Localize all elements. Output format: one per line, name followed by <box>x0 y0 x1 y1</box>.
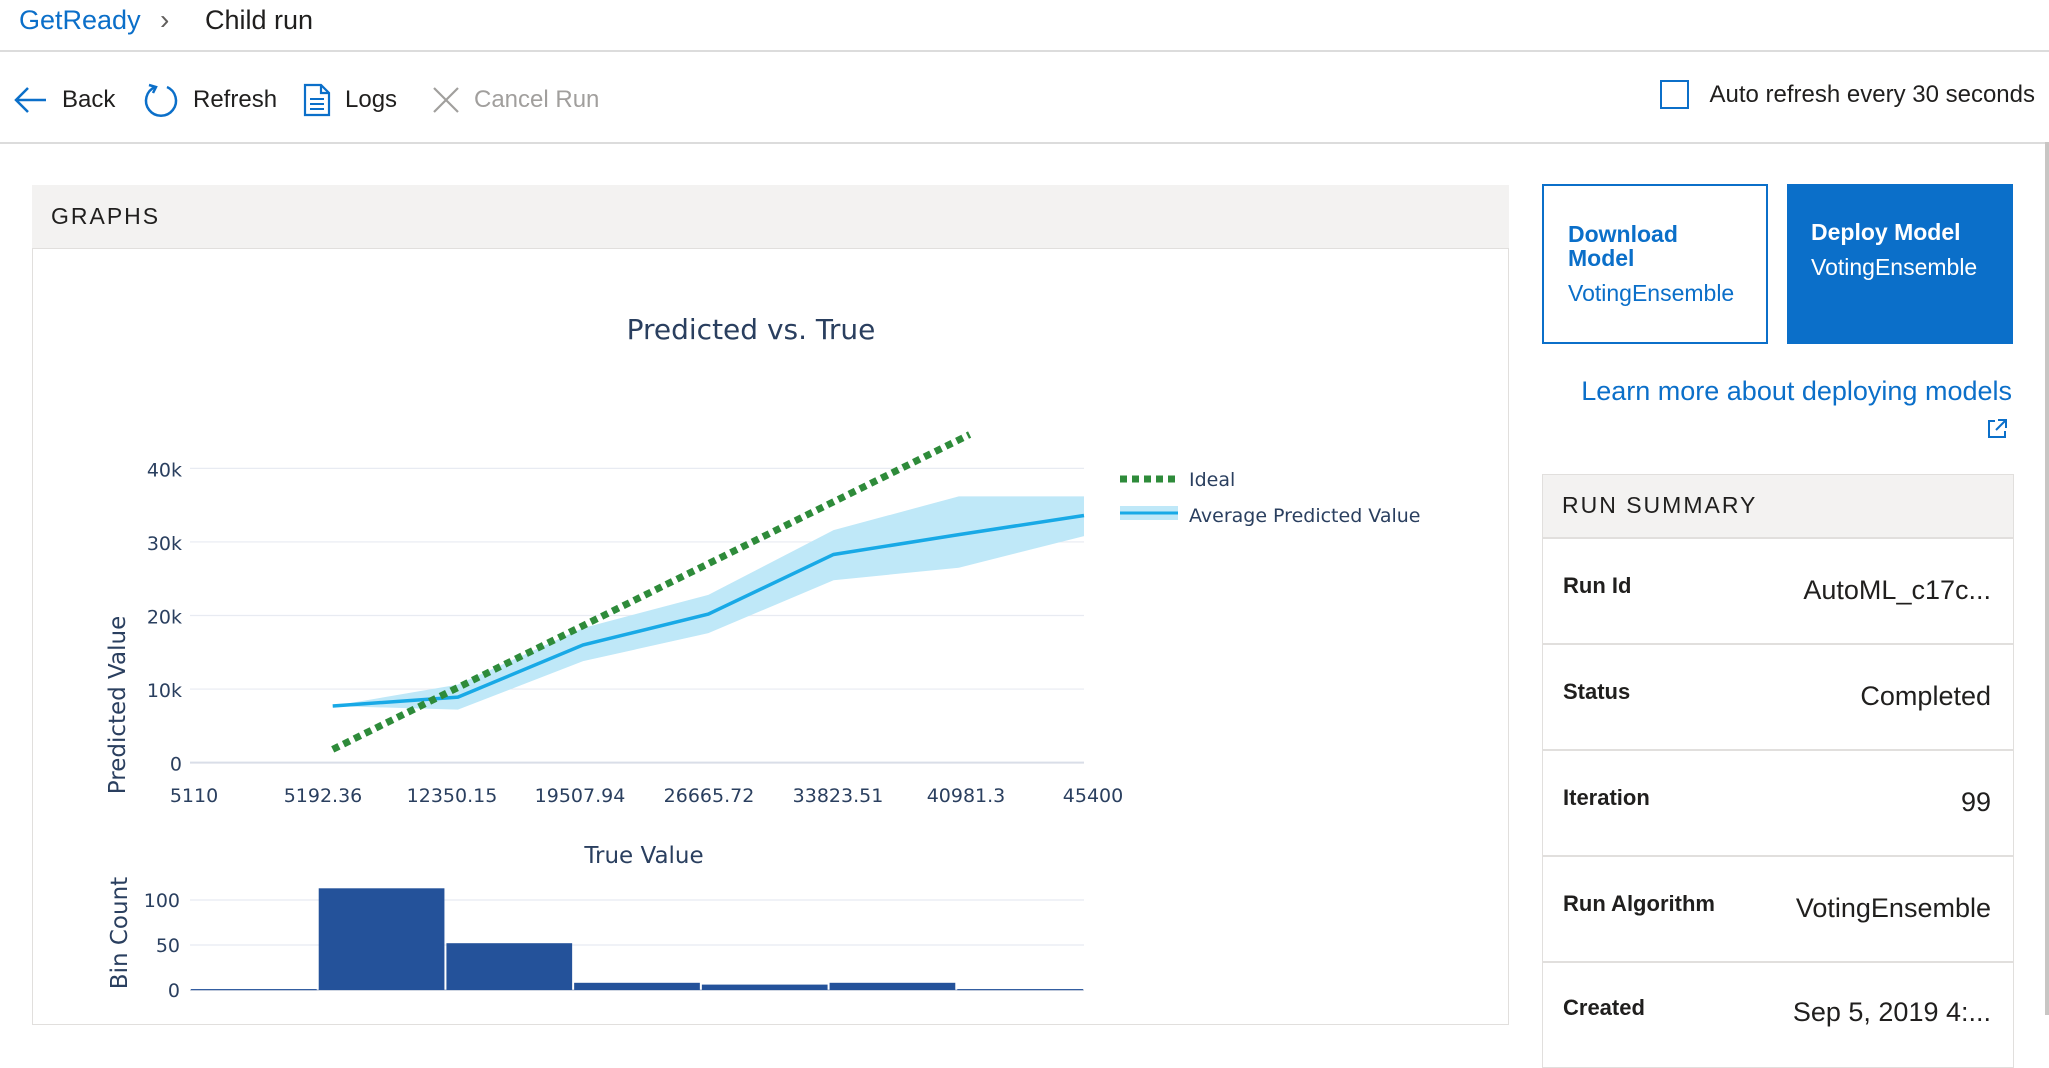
cancel-run-button[interactable]: Cancel Run <box>432 77 599 123</box>
chart-legend: Ideal Average Predicted Value <box>1120 469 1420 527</box>
histogram-bar <box>191 989 317 991</box>
charts-area: Predicted vs. True 0 10k 20k 30k 40k 5110 519… <box>105 313 1420 1002</box>
arrow-left-icon <box>14 87 46 113</box>
legend-ideal-label: Ideal <box>1189 469 1235 491</box>
predicted-confidence-band <box>332 496 1084 710</box>
histogram-bar <box>446 943 573 990</box>
x-tick-label: 40981.3 <box>927 785 1006 807</box>
graphs-title: GRAPHS <box>51 203 161 229</box>
close-icon <box>433 87 459 113</box>
x-tick-label: 45400 <box>1063 785 1123 807</box>
auto-refresh-toggle[interactable]: Auto refresh every 30 seconds <box>1660 80 2035 109</box>
summary-value: VotingEnsemble <box>1795 893 1991 923</box>
deploy-model-name: VotingEnsemble <box>1811 254 1978 280</box>
download-model-button[interactable]: Download Model VotingEnsemble <box>1542 184 1768 344</box>
y-tick-label: 20k <box>147 607 182 629</box>
run-summary-title: RUN SUMMARY <box>1562 492 1758 518</box>
download-model-name: VotingEnsemble <box>1568 280 1735 306</box>
histogram-bar <box>701 984 828 990</box>
histogram-bar <box>957 989 1083 991</box>
page-scrollbar[interactable] <box>2045 142 2049 1015</box>
chart-title: Predicted vs. True <box>627 313 876 346</box>
logs-button[interactable]: Logs <box>303 77 397 123</box>
document-icon <box>303 83 331 117</box>
refresh-label: Refresh <box>193 86 278 113</box>
chevron-right-icon: › <box>160 4 170 35</box>
y-tick-label: 30k <box>147 533 182 555</box>
back-label: Back <box>62 86 116 113</box>
refresh-button[interactable]: Refresh <box>143 77 277 123</box>
download-model-title: Download Model <box>1568 221 1678 271</box>
y-tick-label: 0 <box>168 980 180 1002</box>
summary-value: AutoML_c17c... <box>1803 575 1991 605</box>
y-axis-label: Predicted Value <box>105 616 131 794</box>
graphs-header <box>32 185 1509 249</box>
histogram-bars <box>191 888 1083 991</box>
y-tick-label: 10k <box>147 680 182 702</box>
x-tick-label: 26665.72 <box>664 785 755 807</box>
external-link-icon[interactable] <box>1986 418 2008 440</box>
y-tick-label: 100 <box>144 890 180 912</box>
x-tick-label: 19507.94 <box>535 785 626 807</box>
breadcrumb-link-getready[interactable]: GetReady <box>19 5 141 36</box>
y-tick-label: 40k <box>147 459 182 481</box>
back-button[interactable]: Back <box>14 77 115 123</box>
summary-row-run-algorithm: Run Algorithm VotingEnsemble <box>1542 856 2014 962</box>
main-y-tick-labels: 0 10k 20k 30k 40k <box>147 459 182 775</box>
summary-label: Run Id <box>1563 573 1632 598</box>
refresh-icon <box>144 83 178 117</box>
logs-label: Logs <box>345 86 398 113</box>
summary-label: Status <box>1563 679 1631 704</box>
summary-row-created: Created Sep 5, 2019 4:... <box>1542 962 2014 1068</box>
learn-more-deploying-link[interactable]: Learn more about deploying models <box>1560 376 2012 407</box>
summary-value: Sep 5, 2019 4:... <box>1792 997 1991 1027</box>
breadcrumb-current-page: Child run <box>205 5 314 35</box>
x-tick-label: 12350.15 <box>407 785 498 807</box>
cancel-run-label: Cancel Run <box>474 86 600 113</box>
y-tick-label: 50 <box>156 935 180 957</box>
y-tick-label: 0 <box>170 754 182 776</box>
deploy-model-button[interactable]: Deploy Model VotingEnsemble <box>1787 184 2013 344</box>
summary-label: Iteration <box>1563 785 1650 810</box>
histogram-x-title: True Value <box>583 843 703 869</box>
command-toolbar: Back Refresh Logs Cancel Run Auto refres… <box>0 52 2049 144</box>
summary-row-status: Status Completed <box>1542 644 2014 750</box>
main-x-tick-labels: 5110 5192.36 12350.15 19507.94 26665.72 33823… <box>170 785 1123 807</box>
summary-value: 99 <box>1960 787 1991 817</box>
histogram-bar <box>318 888 445 990</box>
deploy-model-title: Deploy Model <box>1811 219 1961 245</box>
histogram-bar <box>574 982 700 990</box>
summary-row-run-id: Run Id AutoML_c17c... <box>1542 538 2014 644</box>
auto-refresh-label: Auto refresh every 30 seconds <box>1709 80 2035 108</box>
summary-value: Completed <box>1860 681 1991 711</box>
histogram-bar <box>829 982 956 990</box>
summary-label: Run Algorithm <box>1563 891 1715 916</box>
x-tick-label: 5192.36 <box>284 785 363 807</box>
summary-label: Created <box>1563 995 1645 1020</box>
histogram-y-tick-labels: 0 50 100 <box>144 890 180 1002</box>
x-tick-label: 33823.51 <box>793 785 884 807</box>
histogram-y-label: Bin Count <box>107 877 133 989</box>
legend-predicted-label: Average Predicted Value <box>1189 505 1420 527</box>
summary-row-iteration: Iteration 99 <box>1542 750 2014 856</box>
auto-refresh-checkbox[interactable] <box>1660 80 1690 109</box>
x-tick-label: 5110 <box>170 785 218 807</box>
